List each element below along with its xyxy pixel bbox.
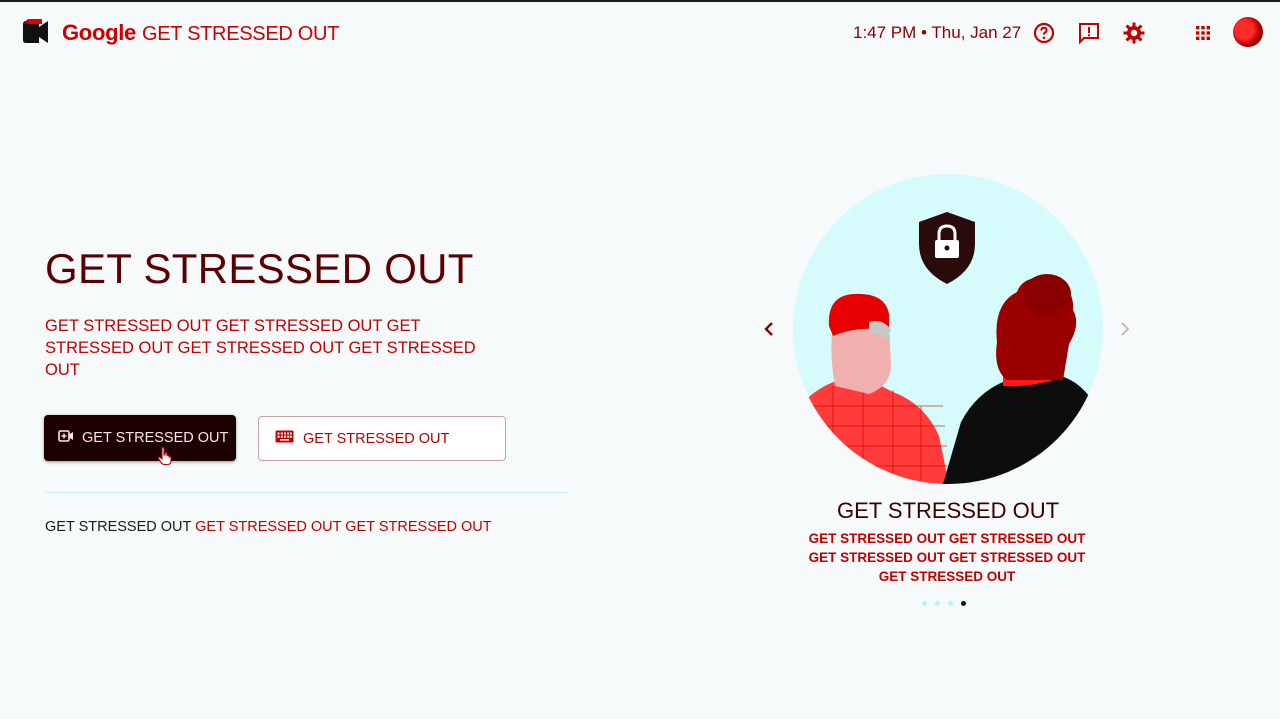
brand-name: Google GET STRESSED OUT xyxy=(62,20,339,46)
person-right xyxy=(943,274,1093,484)
shield-lock-icon xyxy=(919,212,975,284)
carousel-slide-description: GET STRESSED OUT GET STRESSED OUT GET ST… xyxy=(808,531,1086,584)
video-add-icon xyxy=(58,429,74,447)
footer-text: GET STRESSED OUT xyxy=(45,519,192,535)
help-icon[interactable] xyxy=(1032,21,1056,45)
carousel-dot-4[interactable] xyxy=(961,600,966,606)
carousel-dot-2[interactable] xyxy=(935,600,940,606)
hand-cursor-icon xyxy=(157,446,173,466)
learn-more-link[interactable]: GET STRESSED OUT GET STRESSED OUT xyxy=(195,519,492,535)
enter-code-field[interactable]: GET STRESSED OUT xyxy=(258,416,506,461)
keyboard-icon xyxy=(275,430,294,447)
enter-code-placeholder: GET STRESSED OUT xyxy=(303,430,450,447)
carousel-illustration xyxy=(793,174,1103,484)
carousel-pagination xyxy=(922,598,974,608)
account-avatar[interactable] xyxy=(1233,17,1263,47)
person-left xyxy=(803,293,949,484)
carousel-dot-1[interactable] xyxy=(922,600,927,606)
app-logo[interactable] xyxy=(22,18,54,46)
carousel-next-button[interactable] xyxy=(1115,318,1135,340)
learn-more-line: GET STRESSED OUT GET STRESSED OUT GET ST… xyxy=(45,519,492,535)
new-meeting-button[interactable]: GET STRESSED OUT xyxy=(44,415,236,461)
carousel-slide-title: GET STRESSED OUT xyxy=(836,498,1060,523)
apps-grid-icon[interactable] xyxy=(1191,21,1215,45)
brand-product: GET STRESSED OUT xyxy=(141,23,340,45)
page-title: GET STRESSED OUT xyxy=(45,245,474,292)
page-subtitle: GET STRESSED OUT GET STRESSED OUT GET ST… xyxy=(45,317,476,379)
feedback-icon[interactable] xyxy=(1077,21,1101,45)
settings-icon[interactable] xyxy=(1122,21,1146,45)
date-time: 1:47 PM • Thu, Jan 27 xyxy=(853,23,1022,42)
brand-google: Google xyxy=(62,20,136,45)
carousel-dot-3[interactable] xyxy=(948,600,953,606)
carousel-prev-button[interactable] xyxy=(760,318,780,340)
divider xyxy=(45,492,568,493)
new-meeting-label: GET STRESSED OUT xyxy=(82,430,229,446)
